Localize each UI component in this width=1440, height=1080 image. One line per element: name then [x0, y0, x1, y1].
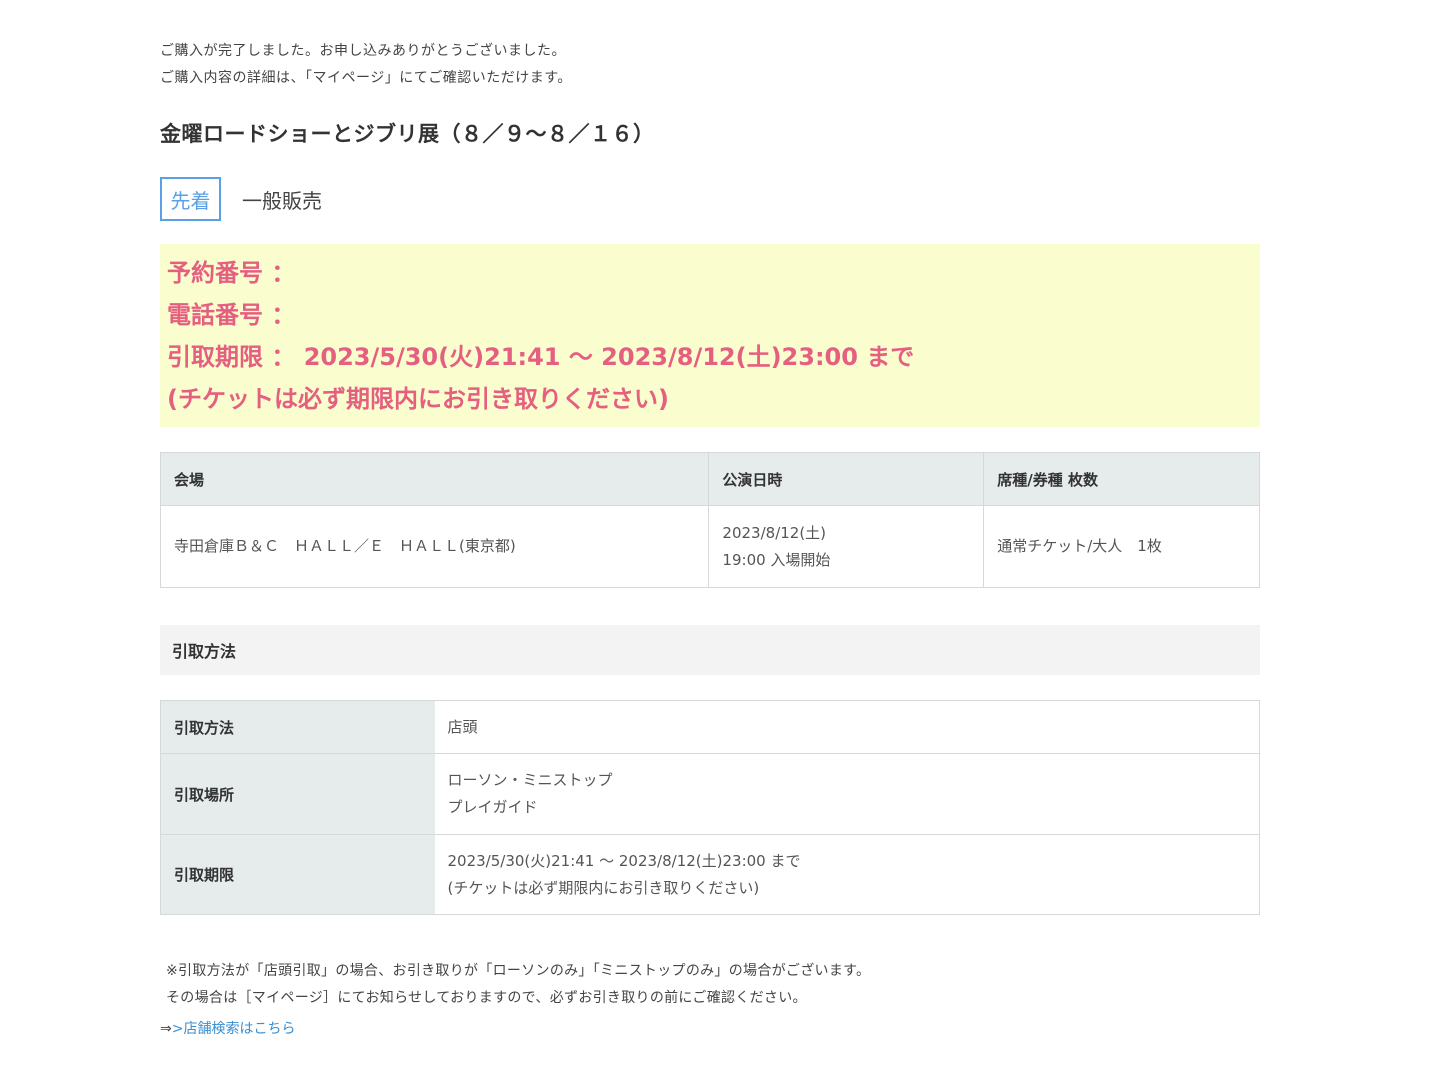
- pickup-deadline-value: 2023/5/30(火)21:41 ～ 2023/8/12(土)23:00 まで…: [435, 835, 1260, 915]
- pickup-deadline-label: 引取期限: [160, 834, 435, 915]
- pickup-section-heading: 引取方法: [160, 625, 1260, 675]
- table-row: 寺田倉庫Ｂ＆Ｃ ＨＡＬＬ／Ｅ ＨＡＬＬ(東京都) 2023/8/12(土) 19…: [160, 505, 1260, 588]
- pickup-location-line1: ローソン・ミニストップ: [447, 771, 613, 789]
- pickup-footnote: ※引取方法が「店頭引取」の場合、お引き取りが「ローソンのみ」「ミニストップのみ」…: [166, 958, 870, 1012]
- sale-info: 先着 一般販売: [160, 177, 322, 221]
- table-row: 引取方法 店頭: [160, 700, 1260, 754]
- arrow-icon: ⇒: [160, 1021, 172, 1037]
- pickup-deadline-line2: (チケットは必ず期限内にお引き取りください): [447, 878, 760, 897]
- completion-message: ご購入が完了しました。お申し込みありがとうございました。 ご購入内容の詳細は、「…: [160, 38, 572, 92]
- first-come-badge: 先着: [160, 177, 221, 221]
- pickup-method-text: 店頭: [447, 717, 478, 736]
- table-row: 引取場所 ローソン・ミニストップ プレイガイド: [160, 753, 1260, 835]
- pickup-table: 引取方法 店頭 引取場所 ローソン・ミニストップ プレイガイド 引取期限 202…: [160, 700, 1260, 915]
- event-title: 金曜ロードショーとジブリ展（８／９～８／１６）: [160, 122, 655, 146]
- footnote-line1: ※引取方法が「店頭引取」の場合、お引き取りが「ローソンのみ」「ミニストップのみ」…: [166, 963, 871, 979]
- pickup-method-value: 店頭: [434, 700, 1260, 754]
- seat-cell: 通常チケット/大人 1枚: [997, 537, 1162, 555]
- venue-cell: 寺田倉庫Ｂ＆Ｃ ＨＡＬＬ／Ｅ ＨＡＬＬ(東京都): [160, 505, 710, 588]
- performance-date: 2023/8/12(土): [722, 523, 827, 542]
- venue-header: 会場: [160, 452, 710, 506]
- reservation-number: 予約番号 ：: [167, 259, 296, 287]
- pickup-deadline: 引取期限 ： 2023/5/30(火)21:41 ～ 2023/8/12(土)2…: [167, 343, 915, 371]
- sale-type-label: 一般販売: [242, 188, 322, 213]
- pickup-location-line2: プレイガイド: [447, 798, 538, 816]
- datetime-header: 公演日時: [708, 452, 985, 506]
- completion-message-line2: ご購入内容の詳細は、「マイページ」にてご確認いただけます。: [160, 70, 572, 86]
- pickup-note: (チケットは必ず期限内にお引き取りください): [167, 385, 669, 413]
- table-header-row: 会場 公演日時 席種/券種 枚数: [160, 452, 1260, 506]
- store-search-link[interactable]: >店舗検索はこちら: [172, 1021, 296, 1037]
- completion-message-line1: ご購入が完了しました。お申し込みありがとうございました。: [160, 43, 566, 59]
- pickup-deadline-line1: 2023/5/30(火)21:41 ～ 2023/8/12(土)23:00 まで: [447, 851, 801, 870]
- performance-time: 19:00 入場開始: [722, 550, 831, 569]
- performance-table: 会場 公演日時 席種/券種 枚数 寺田倉庫Ｂ＆Ｃ ＨＡＬＬ／Ｅ ＨＡＬＬ(東京都…: [160, 452, 1260, 588]
- seat-header: 席種/券種 枚数: [983, 452, 1260, 506]
- table-row: 引取期限 2023/5/30(火)21:41 ～ 2023/8/12(土)23:…: [160, 834, 1260, 915]
- footnote-line2: その場合は［マイページ］にてお知らせしておりますので、必ずお引き取りの前にご確認…: [166, 990, 807, 1006]
- store-search-row: ⇒>店舗検索はこちら: [160, 1018, 295, 1038]
- pickup-method-label: 引取方法: [160, 700, 435, 754]
- reservation-notice: 予約番号 ： 電話番号 ： 引取期限 ： 2023/5/30(火)21:41 ～…: [160, 244, 1260, 427]
- phone-number: 電話番号 ：: [167, 301, 296, 329]
- pickup-location-value: ローソン・ミニストップ プレイガイド: [434, 753, 1260, 835]
- datetime-cell: 2023/8/12(土) 19:00 入場開始: [708, 505, 985, 588]
- pickup-location-label: 引取場所: [160, 753, 435, 835]
